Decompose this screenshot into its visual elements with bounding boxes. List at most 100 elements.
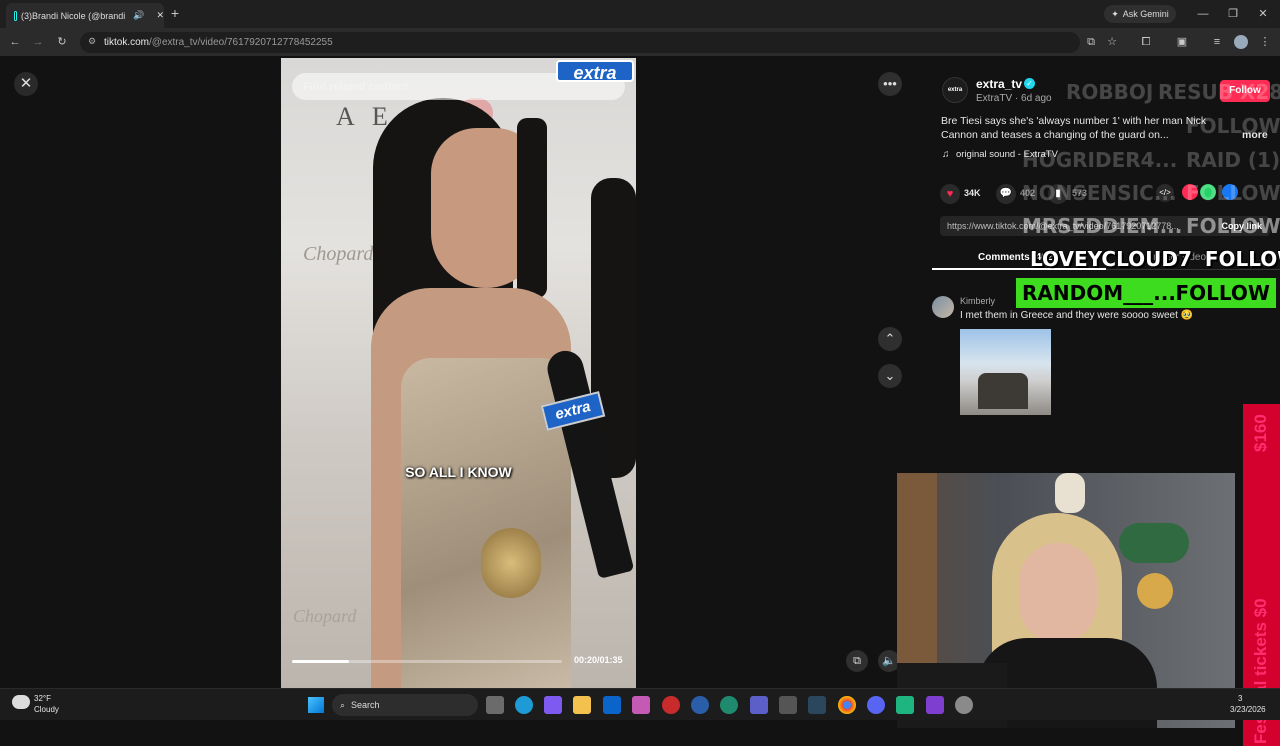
close-window-button[interactable]: ✕ [1256, 7, 1270, 21]
overlay-row7-right: FOLLOW [1175, 281, 1270, 305]
file-explorer-icon[interactable] [573, 696, 591, 714]
overlay-row5-left: MRSEDDIEM... [1022, 214, 1183, 238]
comment-text: I met them in Greece and they were soooo… [960, 310, 1194, 321]
media-control-icon[interactable]: ≡ [1210, 35, 1224, 49]
video-progress-bar[interactable] [292, 660, 562, 663]
overlay-row2-right: FOLLOW [1186, 114, 1280, 138]
app-red-icon[interactable] [662, 696, 680, 714]
like-button[interactable]: ♥ [940, 184, 960, 204]
webcam-person-face [1019, 543, 1097, 643]
weather-desc: Cloudy [34, 705, 59, 714]
browser-tab[interactable]: (3)Brandi Nicole (@brandi 🔊 ✕ [6, 3, 164, 28]
bookmark-star-icon[interactable]: ☆ [1105, 35, 1119, 49]
minimize-button[interactable]: — [1196, 7, 1210, 21]
overlay-row1-left: ROBBOJ [1066, 80, 1154, 104]
photo-people [978, 373, 1028, 409]
backdrop-brand-text: Chopard [303, 243, 374, 265]
comment-photo[interactable] [960, 329, 1051, 415]
app-green-icon[interactable] [720, 696, 738, 714]
overlay-row6: LOVEYCLOUD7 FOLLOW [1030, 247, 1280, 271]
account-subtitle: ExtraTV · 6d ago [976, 93, 1052, 104]
commenter-avatar[interactable] [932, 296, 954, 318]
overlay-row7-left: RANDOM___... [1022, 281, 1176, 305]
previous-video-button[interactable]: ⌃ [878, 327, 902, 351]
account-name[interactable]: extra_tv [976, 77, 1022, 91]
overlay-row4-right: FOLLOW [1186, 181, 1280, 205]
copilot-icon[interactable] [544, 696, 562, 714]
weather-temp: 32°F [34, 694, 51, 703]
new-tab-button[interactable]: + [168, 6, 182, 20]
video-description-line1: Bre Tiesi says she's 'always number 1' w… [941, 115, 1207, 127]
video-caption: SO ALL I KNOW [405, 464, 512, 480]
browser-tab-title: (3)Brandi Nicole (@brandi [21, 10, 126, 21]
overlay-row1-right: RESUB X28 [1158, 80, 1280, 104]
ask-gemini-button[interactable]: ✦ Ask Gemini [1104, 5, 1176, 23]
chrome-icon[interactable] [838, 696, 856, 714]
back-icon[interactable]: ← [8, 35, 22, 49]
like-count: 34K [964, 188, 981, 198]
webcam-decor-pumpkin [1137, 573, 1173, 609]
settings-icon[interactable] [955, 696, 973, 714]
commenter-name[interactable]: Kimberly [960, 296, 995, 306]
extra-logo: extra [556, 60, 634, 83]
overlay-row6-right: FOLLOW [1204, 247, 1280, 271]
gemini-sparkle-icon: ✦ [1111, 8, 1119, 19]
edge-icon[interactable] [515, 696, 533, 714]
taskbar-search[interactable]: ⌕ Search [332, 694, 478, 716]
paint-icon[interactable] [632, 696, 650, 714]
extensions-icon[interactable]: ⧠ [1139, 35, 1153, 49]
overlay-row3-right: RAID (1) [1186, 148, 1280, 172]
video-timecode: 00:20/01:35 [574, 655, 623, 665]
maximize-button[interactable]: ❐ [1226, 7, 1240, 21]
person-hair-right [517, 118, 547, 298]
ask-gemini-label: Ask Gemini [1122, 9, 1169, 19]
next-video-button[interactable]: ⌄ [878, 364, 902, 388]
windows-start-icon[interactable] [308, 697, 324, 713]
overlay-row5-right: FOLLOW [1186, 214, 1280, 238]
verified-badge-icon: ✓ [1024, 78, 1035, 89]
tab-close-icon[interactable]: ✕ [156, 10, 164, 21]
dress-brooch [481, 528, 541, 598]
task-view-icon[interactable] [486, 696, 504, 714]
comment-button[interactable]: 💬 [996, 184, 1016, 204]
sidebar-icon[interactable]: ▣ [1175, 35, 1189, 49]
account-avatar[interactable]: extra [942, 77, 968, 103]
speaker-icon[interactable]: 🔊 [133, 10, 144, 21]
video-player[interactable]: A E Chopard Chopard extra Find related c… [281, 58, 636, 688]
discord-icon[interactable] [867, 696, 885, 714]
app-gray-icon[interactable] [779, 696, 797, 714]
site-info-icon[interactable]: ⚙ [88, 36, 96, 47]
backdrop-brand-text-lower: Chopard [293, 606, 357, 626]
clock-time: 3 [1238, 694, 1243, 703]
video-description-line2: Cannon and teases a changing of the guar… [941, 129, 1169, 141]
taskbar-search-label: Search [351, 700, 380, 710]
webcam-curtain [897, 473, 937, 673]
outlook-icon[interactable] [603, 696, 621, 714]
steam-icon[interactable] [808, 696, 826, 714]
chrome-menu-icon[interactable]: ⋮ [1258, 35, 1272, 49]
tiktok-favicon-icon [14, 10, 18, 21]
banner-text: Festival tickets $0 [1251, 598, 1270, 744]
ccleaner-icon[interactable] [691, 696, 709, 714]
weather-icon[interactable] [12, 695, 30, 709]
webcam-decor-plant [1119, 523, 1189, 563]
url-domain: tiktok.com [104, 37, 150, 48]
teams-icon[interactable] [750, 696, 768, 714]
music-note-icon: ♫ [942, 149, 950, 160]
close-video-button[interactable]: ✕ [14, 72, 38, 96]
reload-icon[interactable]: ↻ [55, 35, 69, 49]
find-related-placeholder: Find related content [303, 80, 409, 93]
install-icon[interactable]: ⧉ [1084, 35, 1098, 49]
profile-avatar[interactable] [1234, 35, 1248, 49]
app-teal-icon[interactable] [896, 696, 914, 714]
url-input[interactable]: ⚙ tiktok.com/@extra_tv/video/76179207127… [80, 32, 1080, 53]
url-path: /@extra_tv/video/7617920712778452255 [149, 37, 333, 48]
forward-icon[interactable]: → [31, 35, 45, 49]
taskbar-search-icon: ⌕ [340, 699, 346, 710]
video-progress-fill [292, 660, 349, 663]
webcam-decor-mask [1055, 473, 1085, 513]
more-options-button[interactable]: ••• [878, 72, 902, 96]
pip-icon[interactable]: ⧉ [846, 650, 868, 672]
app-purple-icon[interactable] [926, 696, 944, 714]
browser-tab-bar: (3)Brandi Nicole (@brandi 🔊 ✕ + ✦ Ask Ge… [0, 0, 1280, 28]
